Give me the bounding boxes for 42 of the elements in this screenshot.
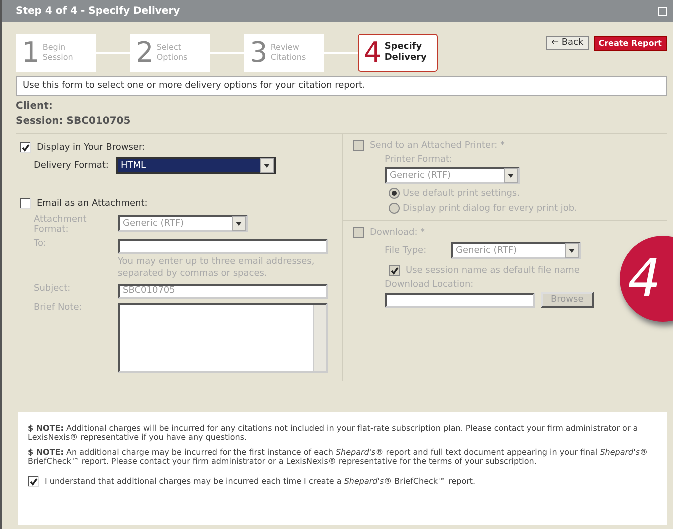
session-label: Session: SBC010705 (16, 116, 132, 127)
checkmark-icon (22, 144, 30, 152)
step-number: 2 (136, 39, 154, 67)
step-label: Begin Session (42, 43, 74, 63)
note-text: $ NOTE: An additional charge may be incurred for the first instance of each Shepard's® report and full text document appearing in your final Shepard's® BriefCheck™ report. Please contact your firm administrator or a LexisNexis® representative for the terms of your subscription. (28, 448, 649, 466)
radio-dot-icon (392, 191, 397, 196)
field-label: Delivery Format: (34, 160, 110, 170)
hint-text: You may enter up to three email addresses, separated by commas or spaces. (118, 257, 316, 280)
step-number: 1 (22, 39, 40, 67)
note-text: $ NOTE: Additional charges will be incurred for any citations not included in your flat-rate subscription plan. Please contact your firm administrator or a LexisNexis® representative if you have any questions. (28, 424, 640, 442)
option-label: Display in Your Browser: (37, 142, 146, 152)
radio-label: Use default print settings. (403, 188, 520, 198)
checkbox[interactable] (20, 142, 31, 153)
step-number: 4 (364, 39, 382, 67)
checkmark-icon (390, 266, 398, 274)
checkmark-icon (30, 478, 38, 486)
step-label: Specify Delivery (384, 42, 428, 64)
dropdown[interactable]: HTML (116, 157, 276, 174)
checkbox[interactable] (28, 476, 39, 487)
field-label: Subject: (34, 284, 72, 294)
field-label: Brief Note: (34, 303, 84, 314)
radio-label: Display print dialog for every print job. (403, 204, 578, 214)
step-label: Select Options (156, 43, 189, 63)
window-title: Step 4 of 4 - Specify Delivery (16, 6, 180, 16)
back-button[interactable]: ← Back (546, 36, 589, 50)
step-number: 3 (250, 39, 268, 67)
field-label: Download Location: (385, 280, 475, 290)
field-label: File Type: (385, 246, 428, 256)
field-label: Printer Format: (385, 155, 454, 165)
client-label: Client: (16, 101, 54, 112)
option-label: Email as an Attachment: (37, 198, 148, 208)
field-label: Attachment Format: (34, 215, 88, 235)
agreement-label: I understand that additional charges may be incurred each time I create a Shepard's® BriefCheck™ report. (45, 477, 476, 486)
checkbox-label: Use session name as default file name (406, 266, 580, 276)
step-callout-badge: 4 (620, 236, 673, 322)
option-label: Download: * (370, 228, 426, 238)
window-icon[interactable] (658, 6, 667, 16)
instructions-text: Use this form to select one or more delivery options for your citation report. (16, 76, 667, 96)
field-label: To: (34, 239, 48, 249)
create-report-button[interactable]: Create Report (594, 36, 667, 51)
step-label: Review Citations (270, 43, 308, 63)
option-label: Send to an Attached Printer: * (370, 140, 506, 150)
